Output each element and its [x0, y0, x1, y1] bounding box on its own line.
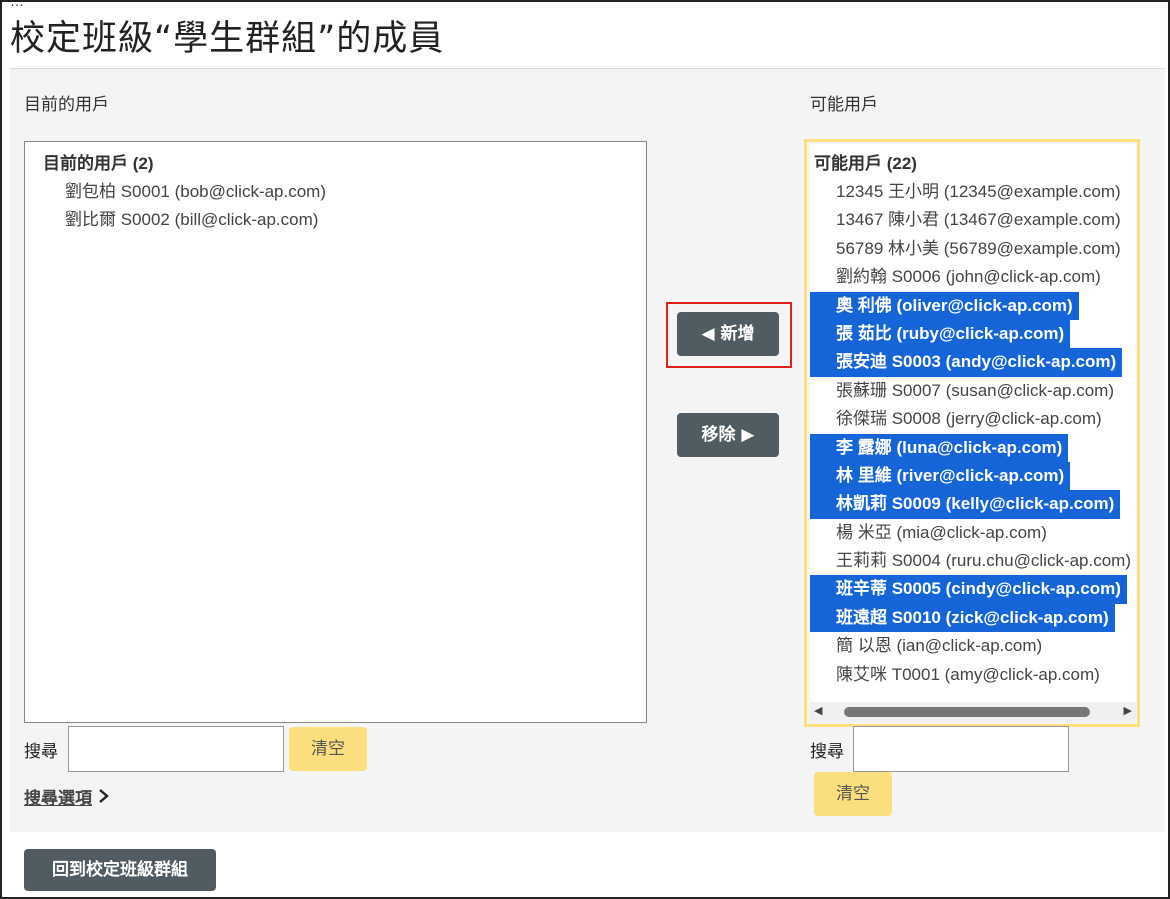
potential-user-option[interactable]: 班遠超 S0010 (zick@click-ap.com) — [810, 603, 1115, 633]
potential-user-row: 班遠超 S0010 (zick@click-ap.com) — [810, 603, 1136, 633]
potential-users-group-label: 可能用戶 (22) — [814, 154, 917, 173]
potential-user-row: 13467 陳小君 (13467@example.com) — [810, 206, 1136, 234]
remove-button[interactable]: 移除 ▶ — [677, 413, 779, 457]
current-clear-button[interactable]: 清空 — [289, 727, 367, 771]
current-users-heading: 目前的用戶 — [24, 95, 109, 115]
dots-icon: … — [10, 0, 24, 9]
potential-user-option[interactable]: 班辛蒂 S0005 (cindy@click-ap.com) — [810, 575, 1127, 604]
scrollbar-thumb[interactable] — [844, 707, 1090, 717]
potential-user-option[interactable]: 張安迪 S0003 (andy@click-ap.com) — [810, 348, 1123, 377]
potential-user-option[interactable]: 王莉莉 S0004 (ruru.chu@click-ap.com) — [810, 547, 1136, 575]
potential-user-row: 12345 王小明 (12345@example.com) — [810, 178, 1136, 206]
potential-user-row: 奧 利佛 (oliver@click-ap.com) — [810, 291, 1136, 320]
potential-user-option[interactable]: 56789 林小美 (56789@example.com) — [810, 235, 1136, 263]
potential-user-option[interactable]: 林凱莉 S0009 (kelly@click-ap.com) — [810, 490, 1121, 519]
current-user-option[interactable]: 劉包柏 S0001 (bob@click-ap.com) — [25, 178, 646, 206]
potential-user-row: 王莉莉 S0004 (ruru.chu@click-ap.com) — [810, 547, 1136, 575]
potential-user-row: 李 露娜 (luna@click-ap.com) — [810, 433, 1136, 462]
potential-users-heading: 可能用戶 — [810, 95, 878, 115]
current-users-listbox[interactable]: 目前的用戶 (2) 劉包柏 S0001 (bob@click-ap.com) 劉比… — [24, 141, 647, 723]
potential-user-option[interactable]: 徐傑瑞 S0008 (jerry@click-ap.com) — [810, 405, 1136, 433]
potential-user-option[interactable]: 林 里維 (river@click-ap.com) — [810, 461, 1071, 491]
potential-user-option[interactable]: 奧 利佛 (oliver@click-ap.com) — [810, 291, 1079, 320]
potential-user-option[interactable]: 張蘇珊 S0007 (susan@click-ap.com) — [810, 377, 1136, 405]
potential-search-label: 搜尋 — [810, 742, 844, 762]
search-options-label: 搜尋選項 — [24, 789, 92, 809]
potential-user-row: 林凱莉 S0009 (kelly@click-ap.com) — [810, 490, 1136, 519]
potential-user-row: 陳艾咪 T0001 (amy@click-ap.com) — [810, 661, 1136, 689]
potential-clear-button[interactable]: 清空 — [814, 772, 892, 816]
current-users-list: 劉包柏 S0001 (bob@click-ap.com) 劉比爾 S0002 (b… — [25, 178, 646, 235]
potential-user-option[interactable]: 簡 以恩 (ian@click-ap.com) — [810, 632, 1136, 660]
potential-user-row: 林 里維 (river@click-ap.com) — [810, 461, 1136, 491]
potential-user-option[interactable]: 張 茹比 (ruby@click-ap.com) — [810, 319, 1071, 349]
scroll-left-icon[interactable]: ◀ — [814, 704, 822, 717]
potential-search-input[interactable] — [853, 726, 1069, 772]
potential-user-option[interactable]: 李 露娜 (luna@click-ap.com) — [810, 433, 1069, 462]
potential-user-row: 張安迪 S0003 (andy@click-ap.com) — [810, 348, 1136, 377]
current-user-option[interactable]: 劉比爾 S0002 (bill@click-ap.com) — [25, 206, 646, 234]
potential-users-listbox[interactable]: 可能用戶 (22) 12345 王小明 (12345@example.com) 1… — [810, 144, 1136, 702]
back-to-groups-button[interactable]: 回到校定班級群組 — [24, 849, 216, 891]
potential-users-list: 12345 王小明 (12345@example.com) 13467 陳小君 (… — [810, 178, 1136, 689]
potential-user-row: 劉約翰 S0006 (john@click-ap.com) — [810, 263, 1136, 291]
potential-user-option[interactable]: 13467 陳小君 (13467@example.com) — [810, 206, 1136, 234]
current-search-label: 搜尋 — [24, 742, 58, 762]
current-search-input[interactable] — [68, 726, 284, 772]
current-users-group-label: 目前的用戶 (2) — [43, 154, 154, 173]
potential-user-option[interactable]: 楊 米亞 (mia@click-ap.com) — [810, 519, 1136, 547]
scroll-right-icon[interactable]: ▶ — [1124, 704, 1132, 717]
potential-user-option[interactable]: 12345 王小明 (12345@example.com) — [810, 178, 1136, 206]
page-title: 校定班級“學生群組”的成員 — [10, 19, 445, 59]
potential-user-option[interactable]: 陳艾咪 T0001 (amy@click-ap.com) — [810, 661, 1136, 689]
search-options-link[interactable]: 搜尋選項 — [24, 784, 110, 809]
potential-users-scrollbar[interactable]: ◀ ▶ — [810, 702, 1136, 722]
potential-user-row: 班辛蒂 S0005 (cindy@click-ap.com) — [810, 575, 1136, 604]
window-frame: … 校定班級“學生群組”的成員 目前的用戶 可能用戶 目前的用戶 (2) 劉包柏… — [0, 0, 1170, 899]
potential-user-row: 楊 米亞 (mia@click-ap.com) — [810, 519, 1136, 547]
potential-user-row: 簡 以恩 (ian@click-ap.com) — [810, 632, 1136, 660]
potential-user-row: 徐傑瑞 S0008 (jerry@click-ap.com) — [810, 405, 1136, 433]
potential-user-row: 張蘇珊 S0007 (susan@click-ap.com) — [810, 377, 1136, 405]
chevron-right-icon — [98, 788, 110, 809]
potential-user-option[interactable]: 劉約翰 S0006 (john@click-ap.com) — [810, 263, 1136, 291]
potential-user-row: 56789 林小美 (56789@example.com) — [810, 235, 1136, 263]
potential-user-row: 張 茹比 (ruby@click-ap.com) — [810, 319, 1136, 349]
add-button[interactable]: ◀ 新增 — [677, 312, 779, 356]
